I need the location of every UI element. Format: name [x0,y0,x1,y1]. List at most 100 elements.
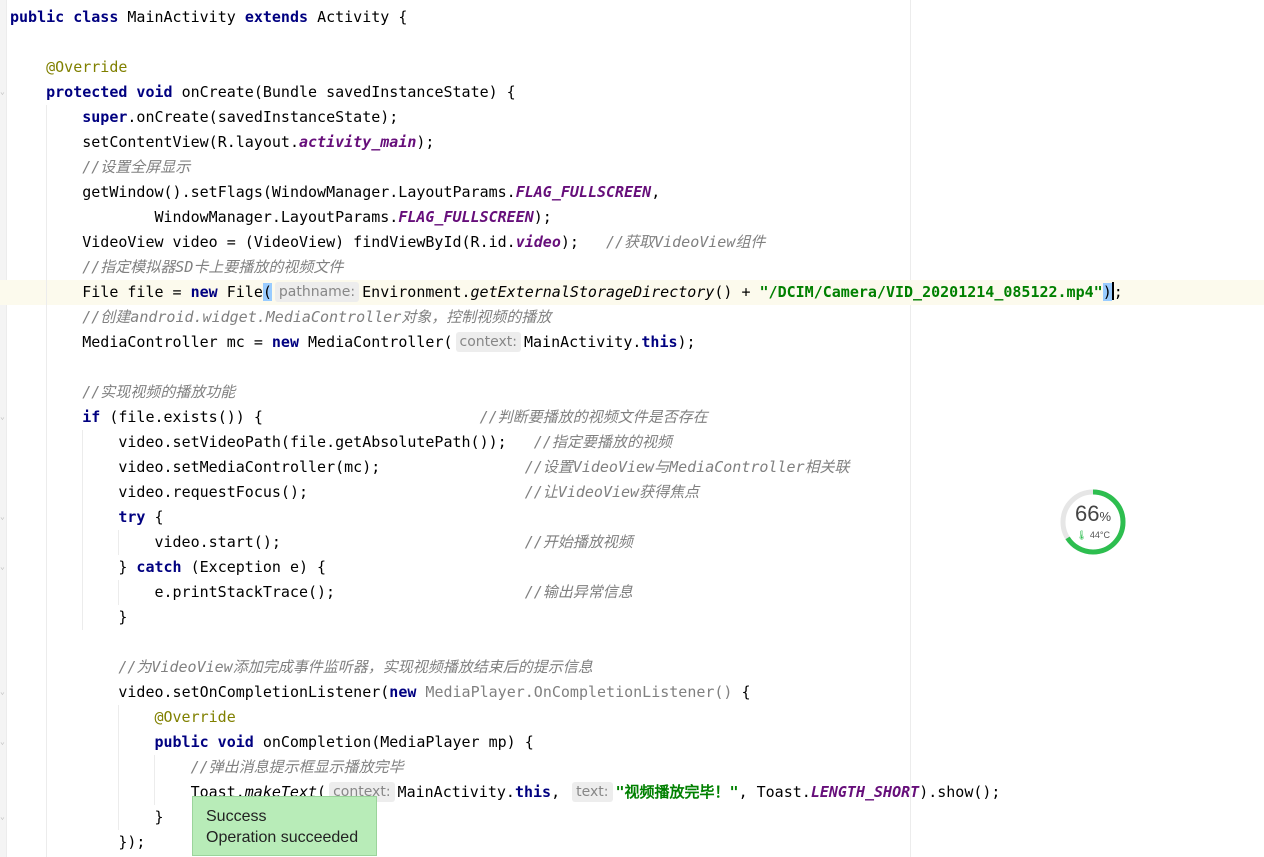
code-token: @Override [46,58,128,76]
code-token: () + [714,283,760,301]
code-line[interactable] [0,630,1264,655]
code-token: MediaController mc = [82,333,272,351]
code-line[interactable]: protected void onCreate(Bundle savedInst… [0,80,1264,105]
code-line[interactable]: if (file.exists()) { //判断要播放的视频文件是否存在 [0,405,1264,430]
success-toast: Success Operation succeeded [192,796,377,856]
fold-marker-icon[interactable]: ⌄ [0,513,5,521]
code-token: //输出异常信息 [524,583,633,601]
code-token: catch [136,558,191,576]
indent-guide [154,755,155,805]
fold-marker-icon[interactable]: ⌄ [0,813,5,821]
code-token: video.start(); [154,533,525,551]
code-line[interactable] [0,355,1264,380]
code-token: @Override [154,708,236,726]
code-token: //设置VideoView与MediaController相关联 [524,458,850,476]
code-token: } [154,808,164,826]
code-token: getExternalStorageDirectory [470,283,715,301]
code-token: ; [1113,283,1123,301]
code-token: File file = [82,283,191,301]
gauge-percent: 66% [1074,501,1112,526]
code-line[interactable]: e.printStackTrace(); //输出异常信息 [0,580,1264,605]
fold-marker-icon[interactable]: ⌄ [0,88,5,96]
code-line[interactable]: video.setVideoPath(file.getAbsolutePath(… [0,430,1264,455]
code-line[interactable]: super.onCreate(savedInstanceState); [0,105,1264,130]
indent-guide [118,530,119,555]
code-token: video [515,233,561,251]
code-token: //创建android.widget.MediaController对象，控制视… [82,308,552,326]
code-line[interactable]: public void onCompletion(MediaPlayer mp)… [0,730,1264,755]
code-token: super [82,108,128,126]
parameter-hint: pathname: [274,282,360,302]
code-token: try [118,508,155,526]
code-line[interactable]: Toast.makeText(context: MainActivity.this… [0,780,1264,805]
code-token: FLAG_FULLSCREEN [515,183,652,201]
code-line[interactable]: //创建android.widget.MediaController对象，控制视… [0,305,1264,330]
code-token: video.setMediaController(mc); [118,458,525,476]
fold-marker-icon[interactable]: ⌄ [0,563,5,571]
indent-guide [46,105,47,857]
code-line[interactable]: @Override [0,705,1264,730]
fold-marker-icon[interactable]: ⌄ [0,738,5,746]
code-token: //设置全屏显示 [82,158,191,176]
code-token: MediaPlayer.OnCompletionListener() [425,683,742,701]
code-token: video.setVideoPath(file.getAbsolutePath(… [118,433,534,451]
toast-title: Success [206,808,267,825]
code-line[interactable]: VideoView video = (VideoView) findViewBy… [0,230,1264,255]
code-line[interactable]: video.setMediaController(mc); //设置VideoV… [0,455,1264,480]
code-line[interactable]: //实现视频的播放功能 [0,380,1264,405]
code-line[interactable]: } [0,805,1264,830]
code-token: "/DCIM/Camera/VID_20201214_085122.mp4" [759,283,1103,301]
code-token: e.printStackTrace(); [154,583,525,601]
code-line[interactable]: File file = new File(pathname: Environmen… [0,280,1264,305]
code-line[interactable]: } [0,605,1264,630]
code-line[interactable]: WindowManager.LayoutParams.FLAG_FULLSCRE… [0,205,1264,230]
fold-marker-icon[interactable]: ⌄ [0,413,5,421]
code-token: , [551,783,570,801]
code-token: //开始播放视频 [524,533,633,551]
code-token: LENGTH_SHORT [810,783,920,801]
code-token: ); [416,133,435,151]
code-token: { [154,508,164,526]
code-token: new [271,333,309,351]
code-token: protected void [46,83,182,101]
code-line[interactable] [0,30,1264,55]
code-token: MainActivity. [524,333,642,351]
code-token: }); [118,833,146,851]
code-line[interactable]: getWindow().setFlags(WindowManager.Layou… [0,180,1264,205]
code-line[interactable]: //弹出消息提示框显示播放完毕 [0,755,1264,780]
cpu-usage-gauge[interactable]: 66% 🌡 44°C [1058,487,1128,557]
gauge-temperature: 🌡 44°C [1075,530,1111,540]
code-token: VideoView video = (VideoView) findViewBy… [82,233,516,251]
code-line[interactable]: }); [0,830,1264,855]
code-token: //弹出消息提示框显示播放完毕 [190,758,404,776]
code-token: ); [677,333,696,351]
code-token: FLAG_FULLSCREEN [398,208,534,226]
code-token: public void [154,733,263,751]
code-token: , [651,183,661,201]
code-token: , Toast. [738,783,811,801]
thermometer-icon: 🌡 [1075,530,1088,540]
code-token: } [118,608,128,626]
code-token: ).show(); [919,783,1001,801]
code-line[interactable]: //设置全屏显示 [0,155,1264,180]
code-token: WindowManager.LayoutParams. [154,208,399,226]
code-token: onCompletion(MediaPlayer mp) { [262,733,534,751]
code-line[interactable]: public class MainActivity extends Activi… [0,5,1264,30]
code-line[interactable]: video.setOnCompletionListener(new MediaP… [0,680,1264,705]
fold-marker-icon[interactable]: ⌄ [0,688,5,696]
code-token: this [514,783,552,801]
code-token: setContentView(R.layout. [82,133,299,151]
code-token: this [641,333,678,351]
code-token: activity_main [298,133,417,151]
code-line[interactable]: //指定模拟器SD卡上要播放的视频文件 [0,255,1264,280]
code-line[interactable]: } catch (Exception e) { [0,555,1264,580]
code-token: Activity { [317,8,408,26]
code-line[interactable]: setContentView(R.layout.activity_main); [0,130,1264,155]
code-line[interactable]: //为VideoView添加完成事件监听器，实现视频播放结束后的提示信息 [0,655,1264,680]
code-token: new [190,283,227,301]
code-token: video.setOnCompletionListener( [118,683,390,701]
code-line[interactable]: MediaController mc = new MediaController… [0,330,1264,355]
code-line[interactable]: @Override [0,55,1264,80]
code-token: Environment. [362,283,471,301]
code-token: (Exception e) { [190,558,327,576]
